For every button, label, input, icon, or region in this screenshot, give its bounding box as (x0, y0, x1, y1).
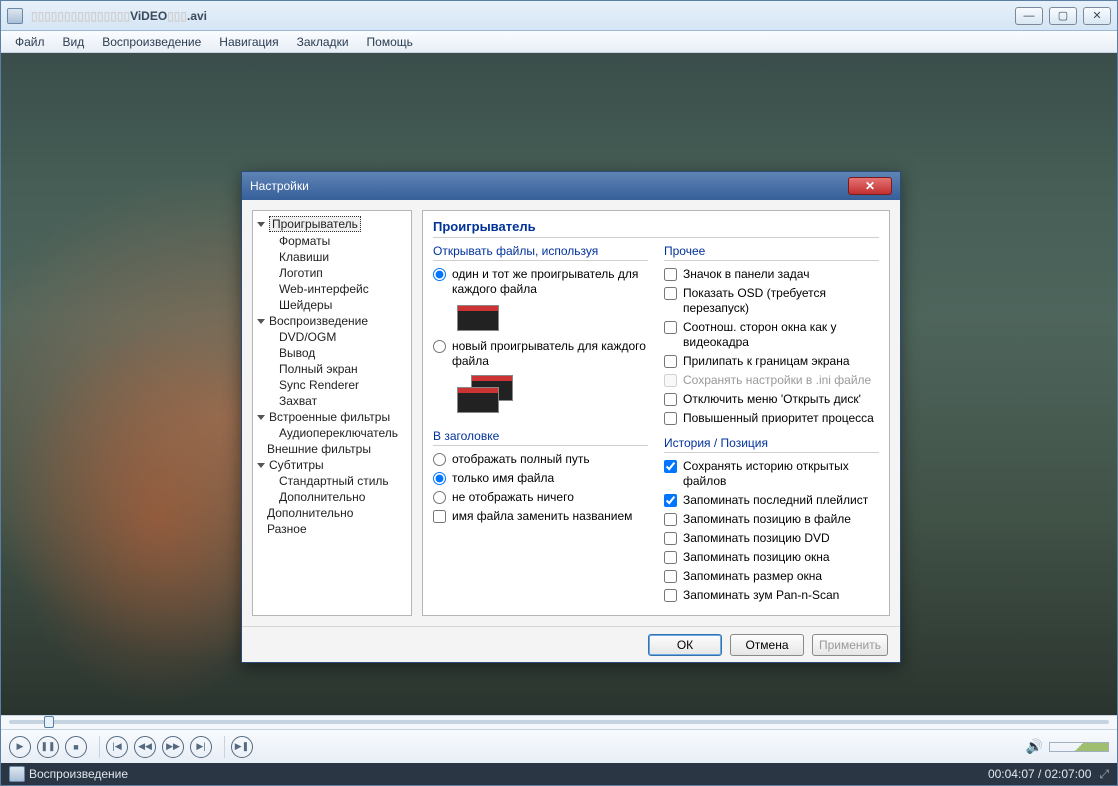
settings-dialog: Настройки ✕ Проигрыватель Форматы Клавиш… (241, 171, 901, 663)
group-title-display: В заголовке (433, 429, 648, 446)
settings-tree[interactable]: Проигрыватель Форматы Клавиши Логотип We… (252, 210, 412, 616)
tree-playback[interactable]: Воспроизведение (257, 313, 407, 329)
chk-tray-icon[interactable]: Значок в панели задач (664, 267, 879, 282)
tree-subtitles[interactable]: Субтитры (257, 457, 407, 473)
chk-replace-name[interactable]: имя файла заменить названием (433, 509, 648, 524)
separator (224, 736, 225, 758)
tree-stdstyle[interactable]: Стандартный стиль (257, 473, 407, 489)
seek-bar[interactable] (1, 715, 1117, 729)
expand-icon[interactable]: ⤢ (1099, 767, 1109, 782)
rewind-button[interactable]: ◀◀ (134, 736, 156, 758)
apply-button: Применить (812, 634, 888, 656)
volume-control: 🔊 (1026, 738, 1109, 755)
tree-formats[interactable]: Форматы (257, 233, 407, 249)
main-window: ▯▯▯▯▯▯▯▯▯▯▯▯▯▯▯ViDEO▯▯▯.avi — ▢ ✕ Файл В… (0, 0, 1118, 786)
seek-thumb[interactable] (44, 716, 54, 728)
chk-priority[interactable]: Повышенный приоритет процесса (664, 411, 879, 426)
tree-capture[interactable]: Захват (257, 393, 407, 409)
tree-extra[interactable]: Дополнительно (257, 505, 407, 521)
chk-winpos[interactable]: Запоминать позицию окна (664, 550, 879, 565)
window-title: ▯▯▯▯▯▯▯▯▯▯▯▯▯▯▯ViDEO▯▯▯.avi (27, 9, 1015, 23)
dialog-footer: ОК Отмена Применить (242, 626, 900, 662)
single-player-thumb (457, 305, 499, 331)
time-display: 00:04:07 / 02:07:00 (988, 767, 1091, 781)
tree-fullscreen[interactable]: Полный экран (257, 361, 407, 377)
chk-panzoom[interactable]: Запоминать зум Pan-n-Scan (664, 588, 879, 603)
menu-navigation[interactable]: Навигация (211, 33, 286, 51)
group-open-files: Открывать файлы, используя (433, 244, 648, 261)
step-button[interactable]: ▶❚ (231, 736, 253, 758)
tree-extra-sub[interactable]: Дополнительно (257, 489, 407, 505)
status-icon (9, 766, 25, 782)
cancel-button[interactable]: Отмена (730, 634, 804, 656)
chk-snap[interactable]: Прилипать к границам экрана (664, 354, 879, 369)
expand-icon (257, 415, 265, 420)
chk-aspect[interactable]: Соотнош. сторон окна как у видеокадра (664, 320, 879, 350)
ok-button[interactable]: ОК (648, 634, 722, 656)
tree-web[interactable]: Web-интерфейс (257, 281, 407, 297)
content-heading: Проигрыватель (433, 219, 879, 238)
dialog-titlebar[interactable]: Настройки ✕ (242, 172, 900, 200)
forward-button[interactable]: ▶▶ (162, 736, 184, 758)
playback-state: Воспроизведение (29, 767, 128, 781)
tree-output[interactable]: Вывод (257, 345, 407, 361)
tree-logo[interactable]: Логотип (257, 265, 407, 281)
play-button[interactable]: ▶ (9, 736, 31, 758)
menu-playback[interactable]: Воспроизведение (94, 33, 209, 51)
chk-dvdpos[interactable]: Запоминать позицию DVD (664, 531, 879, 546)
tree-audiosw[interactable]: Аудиопереключатель (257, 425, 407, 441)
tree-misc[interactable]: Разное (257, 521, 407, 537)
dialog-title: Настройки (250, 179, 309, 193)
radio-filename[interactable]: только имя файла (433, 471, 648, 486)
expand-icon (257, 222, 265, 227)
radio-same-player[interactable]: один и тот же проигрыватель для каждого … (433, 267, 648, 297)
tree-shaders[interactable]: Шейдеры (257, 297, 407, 313)
chk-ini: Сохранять настройки в .ini файле (664, 373, 879, 388)
maximize-button[interactable]: ▢ (1049, 7, 1077, 25)
separator (99, 736, 100, 758)
right-column: Прочее Значок в панели задач Показать OS… (664, 242, 879, 607)
tree-dvd[interactable]: DVD/OGM (257, 329, 407, 345)
skip-back-button[interactable]: |◀ (106, 736, 128, 758)
menu-help[interactable]: Помощь (359, 33, 421, 51)
left-column: Открывать файлы, используя один и тот же… (433, 242, 648, 607)
dialog-close-button[interactable]: ✕ (848, 177, 892, 195)
radio-nothing[interactable]: не отображать ничего (433, 490, 648, 505)
group-other: Прочее (664, 244, 879, 261)
radio-new-player[interactable]: новый проигрыватель для каждого файла (433, 339, 648, 369)
radio-full-path[interactable]: отображать полный путь (433, 452, 648, 467)
status-bar: Воспроизведение 00:04:07 / 02:07:00 ⤢ (1, 763, 1117, 785)
chk-history[interactable]: Сохранять историю открытых файлов (664, 459, 879, 489)
tree-keys[interactable]: Клавиши (257, 249, 407, 265)
app-icon (7, 8, 23, 24)
tree-extfilters[interactable]: Внешние фильтры (257, 441, 407, 457)
chk-winsize[interactable]: Запоминать размер окна (664, 569, 879, 584)
playback-controls: ▶ ❚❚ ■ |◀ ◀◀ ▶▶ ▶| ▶❚ 🔊 (1, 729, 1117, 763)
skip-fwd-button[interactable]: ▶| (190, 736, 212, 758)
minimize-button[interactable]: — (1015, 7, 1043, 25)
settings-content: Проигрыватель Открывать файлы, используя… (422, 210, 890, 616)
chk-playlist[interactable]: Запоминать последний плейлист (664, 493, 879, 508)
tree-intfilters[interactable]: Встроенные фильтры (257, 409, 407, 425)
chk-osd[interactable]: Показать OSD (требуется перезапуск) (664, 286, 879, 316)
stop-button[interactable]: ■ (65, 736, 87, 758)
speaker-icon[interactable]: 🔊 (1026, 738, 1043, 755)
menu-bar: Файл Вид Воспроизведение Навигация Закла… (1, 31, 1117, 53)
close-button[interactable]: ✕ (1083, 7, 1111, 25)
tree-player[interactable]: Проигрыватель (257, 215, 407, 233)
group-history: История / Позиция (664, 436, 879, 453)
menu-view[interactable]: Вид (55, 33, 93, 51)
chk-filepos[interactable]: Запоминать позицию в файле (664, 512, 879, 527)
menu-bookmarks[interactable]: Закладки (289, 33, 357, 51)
pause-button[interactable]: ❚❚ (37, 736, 59, 758)
expand-icon (257, 319, 265, 324)
menu-file[interactable]: Файл (7, 33, 53, 51)
volume-slider[interactable] (1049, 742, 1109, 752)
chk-nodisc[interactable]: Отключить меню 'Открыть диск' (664, 392, 879, 407)
expand-icon (257, 463, 265, 468)
multi-player-thumb (457, 375, 517, 419)
tree-sync[interactable]: Sync Renderer (257, 377, 407, 393)
video-area[interactable]: Настройки ✕ Проигрыватель Форматы Клавиш… (1, 53, 1117, 715)
titlebar[interactable]: ▯▯▯▯▯▯▯▯▯▯▯▯▯▯▯ViDEO▯▯▯.avi — ▢ ✕ (1, 1, 1117, 31)
